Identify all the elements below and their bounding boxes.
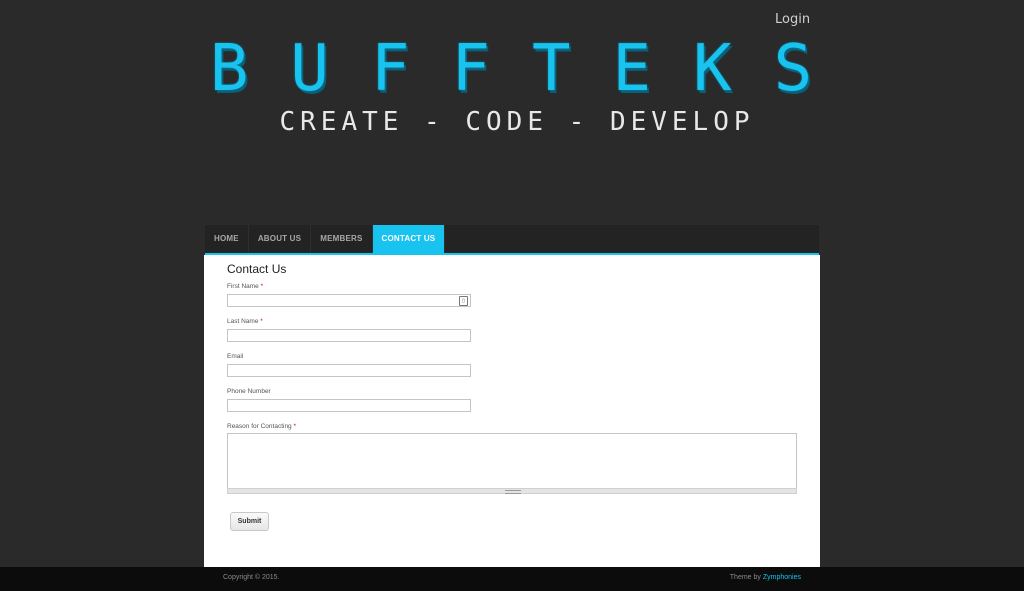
required-marker: * xyxy=(293,423,297,430)
autofill-contact-icon[interactable]: ▯ xyxy=(459,296,468,306)
required-marker: * xyxy=(260,283,264,290)
main-nav: HOME ABOUT US MEMBERS CONTACT US xyxy=(205,225,819,255)
theme-credit: Theme by Zymphonies xyxy=(730,574,801,581)
reason-label: Reason for Contacting * xyxy=(227,423,296,430)
nav-item-about-us[interactable]: ABOUT US xyxy=(249,225,312,253)
nav-item-members[interactable]: MEMBERS xyxy=(311,225,373,253)
email-label: Email xyxy=(227,353,244,360)
login-link[interactable]: Login xyxy=(775,12,810,27)
reason-textarea[interactable] xyxy=(227,433,797,489)
reason-label-text: Reason for Contacting xyxy=(227,423,292,430)
first-name-label: First Name * xyxy=(227,283,263,290)
submit-button[interactable]: Submit xyxy=(230,512,269,531)
last-name-label: Last Name * xyxy=(227,318,263,325)
last-name-label-text: Last Name xyxy=(227,318,259,325)
page-title: Contact Us xyxy=(227,262,287,276)
first-name-input[interactable]: ▯ xyxy=(227,294,471,307)
grip-handle-icon xyxy=(505,490,521,494)
email-input[interactable] xyxy=(227,364,471,377)
last-name-input[interactable] xyxy=(227,329,471,342)
theme-credit-prefix: Theme by xyxy=(729,574,761,581)
nav-item-contact-us[interactable]: CONTACT US xyxy=(372,225,446,253)
nav-item-home[interactable]: HOME xyxy=(205,225,249,253)
site-tagline: CREATE - CODE - DEVELOP xyxy=(279,107,755,137)
textarea-resize-grip[interactable] xyxy=(227,488,797,494)
theme-author-link[interactable]: Zymphonies xyxy=(763,574,801,581)
first-name-label-text: First Name xyxy=(227,283,259,290)
site-logo: BUFFTEKS xyxy=(209,32,855,106)
footer: Copyright © 2015. Theme by Zymphonies xyxy=(0,567,1024,591)
required-marker: * xyxy=(260,318,263,325)
phone-label: Phone Number xyxy=(227,388,271,395)
copyright-text: Copyright © 2015. xyxy=(223,574,280,581)
phone-input[interactable] xyxy=(227,399,471,412)
contact-form-panel: Contact Us First Name * ▯ Last Name * Em… xyxy=(204,255,820,567)
